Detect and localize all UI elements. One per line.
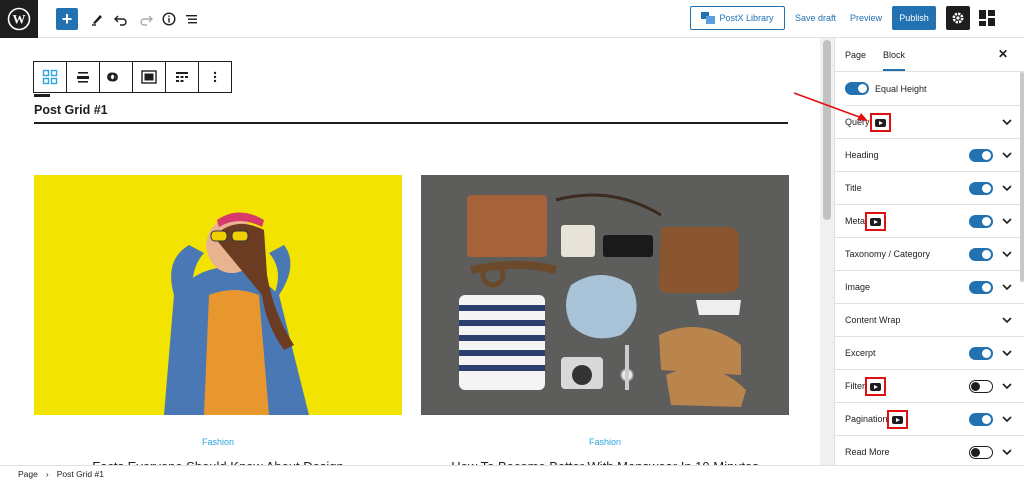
grid-layout-icon[interactable] — [34, 62, 67, 92]
breadcrumb: Page › Post Grid #1 — [0, 465, 1024, 481]
hidden-block-fragment — [34, 94, 50, 97]
close-icon[interactable]: ✕ — [998, 47, 1008, 61]
chevron-down-icon[interactable] — [1001, 248, 1013, 260]
image-icon[interactable] — [133, 62, 166, 92]
section-toggle[interactable] — [969, 446, 993, 459]
editor-topbar: W + PostX Library Save draft Preview Pub… — [0, 0, 1024, 38]
section-toggle[interactable] — [969, 413, 993, 426]
redo-icon[interactable] — [137, 7, 155, 31]
chevron-down-icon[interactable] — [1001, 182, 1013, 194]
chevron-down-icon[interactable] — [1001, 314, 1013, 326]
section-toggle[interactable] — [969, 215, 993, 228]
panel-section-excerpt[interactable]: Excerpt — [835, 337, 1024, 370]
post-image[interactable] — [34, 175, 402, 415]
section-toggle[interactable] — [969, 149, 993, 162]
post-card[interactable]: Fashion Facts Everyone Should Know About… — [34, 175, 402, 474]
chevron-down-icon[interactable] — [1001, 446, 1013, 458]
section-label: Query — [845, 117, 870, 127]
post-category[interactable]: Fashion — [34, 437, 402, 447]
post-image[interactable] — [421, 175, 789, 415]
video-tutorial-icon[interactable] — [887, 410, 908, 429]
section-toggle[interactable] — [969, 380, 993, 393]
video-tutorial-icon[interactable] — [865, 377, 886, 396]
settings-sidebar: Page Block ✕ Equal Height Query Heading … — [834, 38, 1024, 465]
chevron-down-icon[interactable] — [1001, 347, 1013, 359]
settings-gear-icon[interactable] — [946, 6, 970, 30]
details-info-icon[interactable] — [160, 7, 178, 31]
equal-height-setting: Equal Height — [845, 72, 1024, 106]
section-label: Meta — [845, 216, 866, 226]
panel-section-title[interactable]: Title — [835, 172, 1024, 205]
align-icon[interactable] — [67, 62, 100, 92]
link-icon[interactable] — [100, 62, 133, 92]
section-label: Taxonomy / Category — [845, 249, 931, 259]
section-label: Read More — [845, 447, 890, 457]
equal-height-toggle[interactable] — [845, 82, 869, 95]
panel-section-read-more[interactable]: Read More — [835, 436, 1024, 465]
panel-section-content-wrap[interactable]: Content Wrap — [835, 304, 1024, 337]
post-category[interactable]: Fashion — [421, 437, 789, 447]
video-tutorial-icon[interactable] — [865, 212, 886, 231]
chevron-down-icon[interactable] — [1001, 215, 1013, 227]
section-label: Image — [845, 282, 871, 292]
panel-section-pagination[interactable]: Pagination — [835, 403, 1024, 436]
canvas-scroll-thumb[interactable] — [823, 40, 831, 220]
breadcrumb-item[interactable]: Page — [18, 469, 38, 479]
chevron-down-icon[interactable] — [1001, 116, 1013, 128]
list-view-icon[interactable] — [183, 7, 201, 31]
postx-library-label: PostX Library — [719, 13, 774, 23]
panel-section-meta[interactable]: Meta — [835, 205, 1024, 238]
section-toggle[interactable] — [969, 281, 993, 294]
chevron-down-icon[interactable] — [1001, 281, 1013, 293]
section-toggle[interactable] — [969, 347, 993, 360]
section-label: Pagination — [845, 414, 888, 424]
table-icon[interactable] — [166, 62, 199, 92]
chevron-down-icon[interactable] — [1001, 149, 1013, 161]
section-toggle[interactable] — [969, 182, 993, 195]
equal-height-label: Equal Height — [875, 83, 927, 94]
sidebar-tabs: Page Block ✕ — [835, 38, 1024, 72]
section-label: Excerpt — [845, 348, 876, 358]
sidebar-scrollbar[interactable] — [1020, 72, 1024, 282]
section-toggle[interactable] — [969, 248, 993, 261]
panel-section-image[interactable]: Image — [835, 271, 1024, 304]
postx-logo-icon — [701, 12, 716, 24]
more-vertical-icon[interactable] — [199, 62, 231, 92]
section-label: Heading — [845, 150, 879, 160]
add-block-button[interactable]: + — [56, 8, 78, 30]
wordpress-logo-icon[interactable]: W — [0, 0, 38, 38]
publish-button[interactable]: Publish — [892, 6, 936, 30]
edit-pencil-icon[interactable] — [88, 7, 106, 31]
tab-page[interactable]: Page — [845, 50, 866, 60]
panel-section-heading[interactable]: Heading — [835, 139, 1024, 172]
heading-divider — [34, 122, 788, 124]
video-tutorial-icon[interactable] — [870, 113, 891, 132]
svg-text:W: W — [13, 12, 26, 27]
panel-section-query[interactable]: Query — [835, 106, 1024, 139]
section-label: Filter — [845, 381, 865, 391]
section-label: Title — [845, 183, 862, 193]
panel-section-taxonomy[interactable]: Taxonomy / Category — [835, 238, 1024, 271]
save-draft-button[interactable]: Save draft — [795, 13, 836, 23]
chevron-down-icon[interactable] — [1001, 380, 1013, 392]
panel-section-filter[interactable]: Filter — [835, 370, 1024, 403]
chevron-right-icon: › — [45, 468, 49, 479]
section-label: Content Wrap — [845, 315, 901, 325]
postx-layout-icon[interactable] — [976, 7, 998, 29]
block-toolbar — [33, 61, 232, 93]
chevron-down-icon[interactable] — [1001, 413, 1013, 425]
tab-block[interactable]: Block — [883, 50, 906, 71]
post-card[interactable]: Fashion How To Become Better With Menswe… — [421, 175, 789, 474]
undo-icon[interactable] — [112, 7, 130, 31]
breadcrumb-item[interactable]: Post Grid #1 — [57, 469, 104, 479]
postx-library-button[interactable]: PostX Library — [690, 6, 785, 30]
preview-button[interactable]: Preview — [850, 13, 882, 23]
canvas-scrollbar[interactable] — [820, 38, 834, 465]
block-heading[interactable]: Post Grid #1 — [34, 103, 108, 117]
